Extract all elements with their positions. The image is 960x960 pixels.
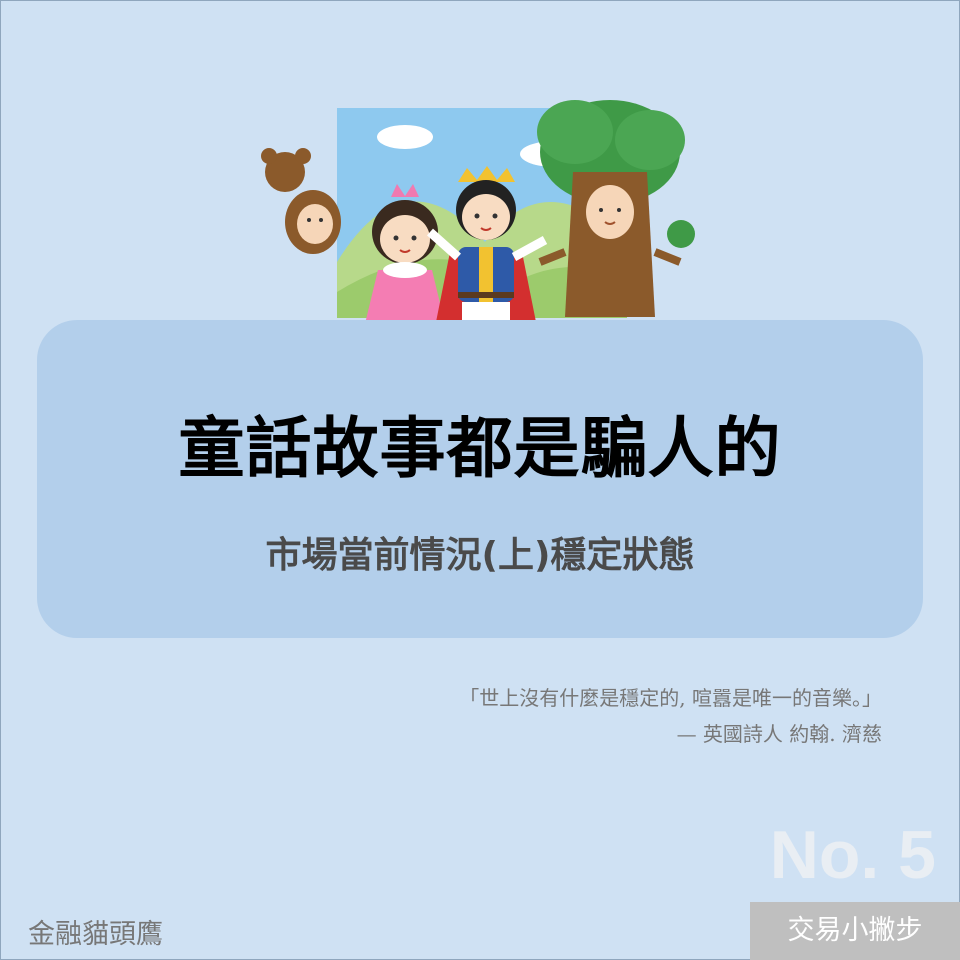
fairy-tale-illustration (261, 100, 695, 354)
quote-text: 「世上沒有什麼是穩定的, 喧囂是唯一的音樂。」 (459, 686, 882, 710)
series-tag: 交易小撇步 (750, 902, 960, 960)
issue-number: No. 5 (769, 817, 936, 893)
quote-block: 「世上沒有什麼是穩定的, 喧囂是唯一的音樂。」 — 英國詩人 約翰. 濟慈 (459, 680, 882, 752)
brand-name: 金融貓頭鷹 (28, 919, 163, 950)
main-title: 童話故事都是騙人的 (178, 410, 782, 487)
quote-attribution: — 英國詩人 約翰. 濟慈 (676, 722, 882, 746)
subtitle: 市場當前情況(上)穩定狀態 (265, 535, 695, 576)
